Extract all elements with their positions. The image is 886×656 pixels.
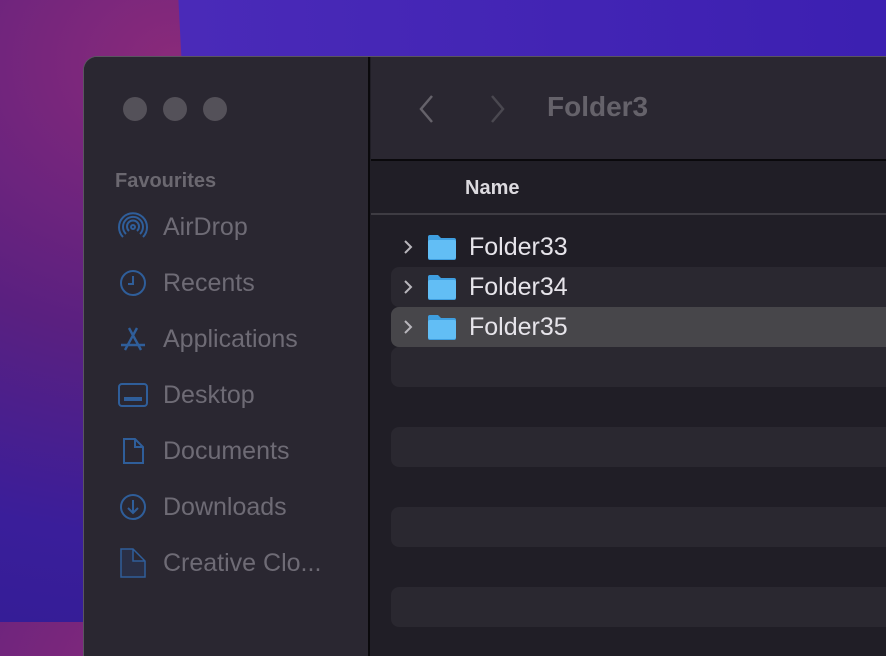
folder-name: Folder33 xyxy=(469,232,568,261)
empty-row xyxy=(391,427,886,467)
empty-row xyxy=(391,507,886,547)
empty-row xyxy=(391,547,886,587)
sidebar-item-recents[interactable]: Recents xyxy=(118,263,255,303)
download-icon xyxy=(120,494,146,520)
sidebar-item-label: Documents xyxy=(163,436,290,465)
close-button[interactable] xyxy=(123,97,147,121)
airdrop-icon xyxy=(118,212,148,238)
sidebar-item-label: Recents xyxy=(163,268,255,297)
list-item-selected[interactable]: Folder35 xyxy=(391,307,886,347)
empty-row xyxy=(391,587,886,627)
zoom-button[interactable] xyxy=(203,97,227,121)
toolbar: Folder3 xyxy=(371,57,886,161)
sidebar-item-documents[interactable]: Documents xyxy=(118,431,289,471)
folder-icon xyxy=(428,235,456,260)
sidebar-item-applications[interactable]: Applications xyxy=(118,319,298,359)
list-item[interactable]: Folder34 xyxy=(391,267,886,307)
chevron-right-icon[interactable] xyxy=(401,318,415,336)
back-button[interactable] xyxy=(415,93,439,125)
folder-name: Folder34 xyxy=(469,272,568,301)
clock-icon xyxy=(120,270,146,296)
window-controls xyxy=(123,97,227,121)
minimize-button[interactable] xyxy=(163,97,187,121)
file-icon xyxy=(120,548,146,578)
sidebar-item-label: Downloads xyxy=(163,492,287,521)
document-icon xyxy=(123,438,144,464)
window-title: Folder3 xyxy=(547,91,649,122)
list-item[interactable]: Folder33 xyxy=(391,227,886,267)
main-pane: Folder3 Name Folder33 Folder34 Folder35 xyxy=(371,57,886,656)
empty-row xyxy=(391,347,886,387)
sidebar-section-favourites: Favourites xyxy=(115,170,217,192)
folder-icon xyxy=(428,315,456,340)
sidebar-item-label: Desktop xyxy=(163,380,255,409)
sidebar-item-desktop[interactable]: Desktop xyxy=(118,375,255,415)
folder-icon xyxy=(428,275,456,300)
chevron-right-icon[interactable] xyxy=(401,278,415,296)
sidebar: Favourites AirDrop Recents Applications … xyxy=(84,57,370,656)
desktop-icon xyxy=(118,383,148,407)
empty-row xyxy=(391,387,886,427)
column-header-name[interactable]: Name xyxy=(371,161,886,215)
sidebar-item-downloads[interactable]: Downloads xyxy=(118,487,287,527)
folder-name: Folder35 xyxy=(469,312,568,341)
chevron-right-icon[interactable] xyxy=(401,238,415,256)
finder-window: Favourites AirDrop Recents Applications … xyxy=(83,56,886,656)
sidebar-item-label: AirDrop xyxy=(163,212,248,241)
sidebar-item-airdrop[interactable]: AirDrop xyxy=(118,207,248,247)
column-header-label: Name xyxy=(465,177,520,199)
empty-row xyxy=(391,467,886,507)
sidebar-item-creative-cloud[interactable]: Creative Clo... xyxy=(118,543,321,583)
applications-icon xyxy=(121,327,145,351)
forward-button[interactable] xyxy=(485,93,509,125)
sidebar-item-label: Creative Clo... xyxy=(163,548,322,577)
file-list: Folder33 Folder34 Folder35 xyxy=(391,227,886,627)
sidebar-item-label: Applications xyxy=(163,324,298,353)
